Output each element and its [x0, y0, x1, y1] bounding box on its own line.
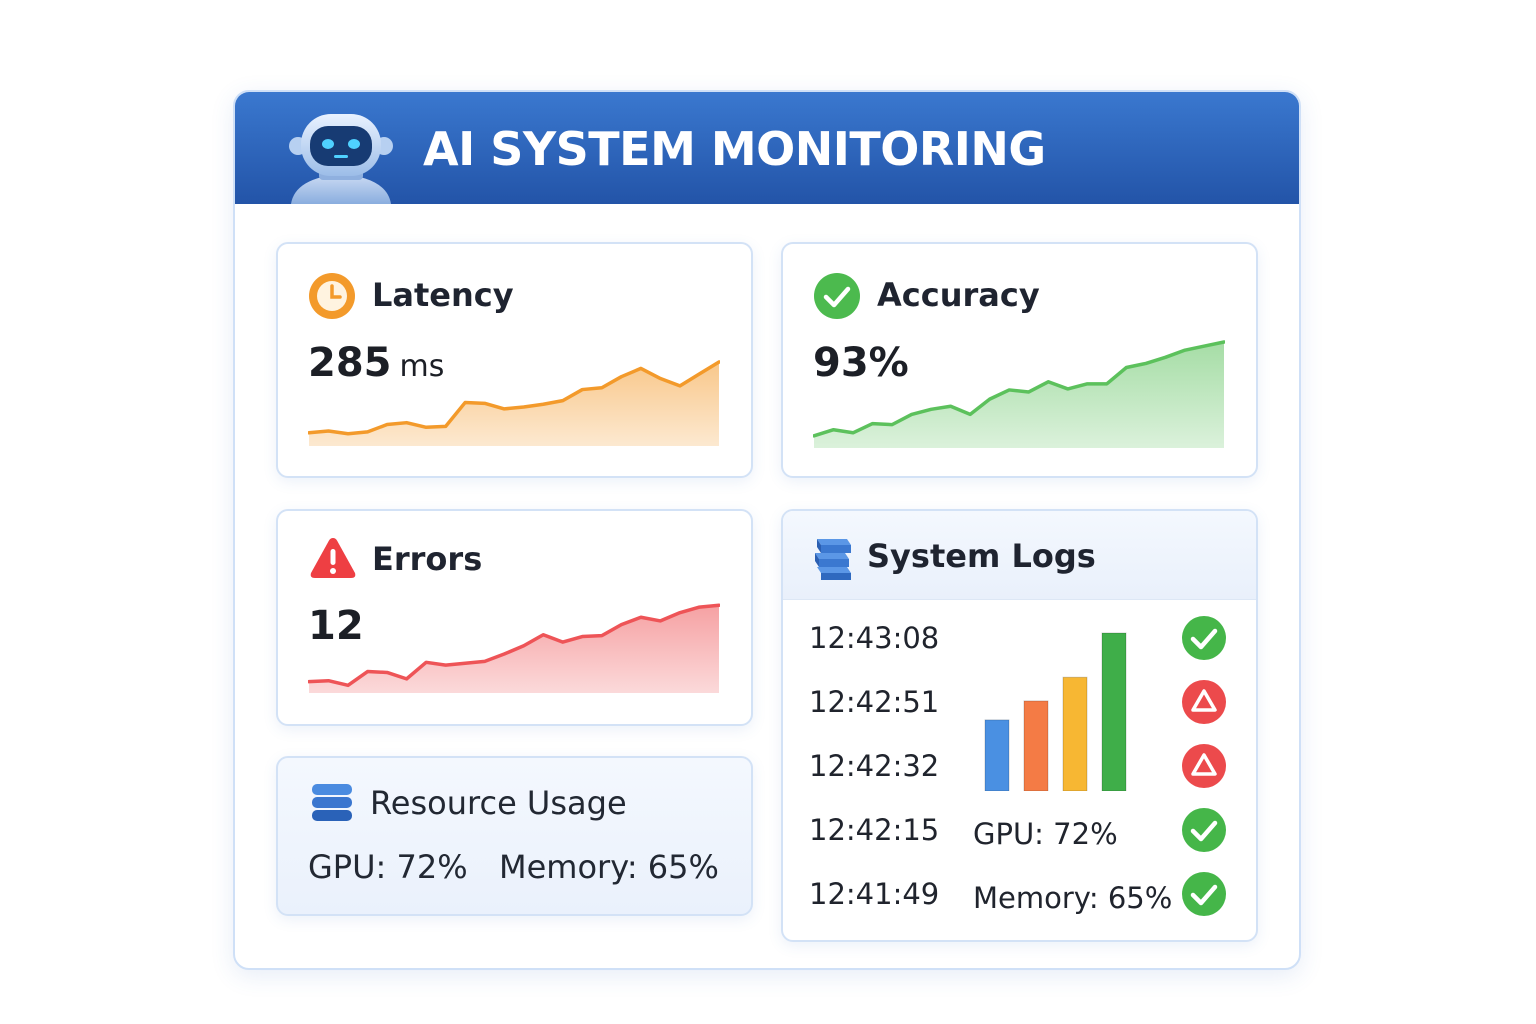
latency-trend-area: [309, 361, 719, 446]
panel-header: AI SYSTEM MONITORING: [235, 92, 1299, 204]
system-logs-card: System Logs 12:43:08 12:42:51 12:42:32 12:4…: [781, 509, 1258, 942]
log-bar: [1101, 632, 1127, 791]
accuracy-sparkline: [813, 340, 1225, 448]
status-warning-icon: [1182, 680, 1226, 724]
log-bar-chart: [984, 632, 1127, 791]
logs-gpu-label: GPU: 72%: [973, 817, 1118, 851]
resource-usage-card: Resource Usage GPU: 72% Memory: 65%: [276, 756, 753, 916]
database-icon: [312, 784, 352, 821]
warning-icon: [310, 538, 356, 578]
accuracy-title: Accuracy: [877, 276, 1040, 314]
latency-title: Latency: [372, 276, 514, 314]
log-time: 12:42:15: [809, 813, 940, 847]
errors-card: Errors 12: [276, 509, 753, 726]
clock-icon: [309, 273, 355, 319]
memory-usage: Memory: 65%: [499, 848, 719, 886]
latency-sparkline: [308, 360, 720, 446]
log-bar: [1062, 676, 1088, 791]
page-title: AI SYSTEM MONITORING: [423, 122, 1046, 176]
server-stack-icon: [815, 539, 851, 580]
status-ok-icon: [1182, 808, 1226, 852]
log-bar: [984, 719, 1010, 791]
log-time: 12:41:49: [809, 877, 940, 911]
monitoring-panel: AI SYSTEM MONITORING Latency 285 ms Accur…: [233, 90, 1301, 970]
robot-icon: [289, 114, 393, 204]
log-time: 12:42:51: [809, 685, 940, 719]
log-time: 12:42:32: [809, 749, 940, 783]
accuracy-card: Accuracy 93%: [781, 242, 1258, 478]
errors-sparkline: [308, 603, 720, 693]
status-warning-icon: [1182, 744, 1226, 788]
resource-usage-title: Resource Usage: [370, 784, 627, 822]
log-bar: [1023, 700, 1049, 791]
logs-memory-label: Memory: 65%: [973, 881, 1173, 915]
log-time: 12:43:08: [809, 621, 940, 655]
errors-title: Errors: [372, 540, 483, 578]
status-ok-icon: [1182, 872, 1226, 916]
latency-card: Latency 285 ms: [276, 242, 753, 478]
gpu-usage: GPU: 72%: [308, 848, 468, 886]
status-ok-icon: [1182, 616, 1226, 660]
check-circle-icon: [814, 273, 860, 319]
logs-title: System Logs: [867, 537, 1096, 575]
